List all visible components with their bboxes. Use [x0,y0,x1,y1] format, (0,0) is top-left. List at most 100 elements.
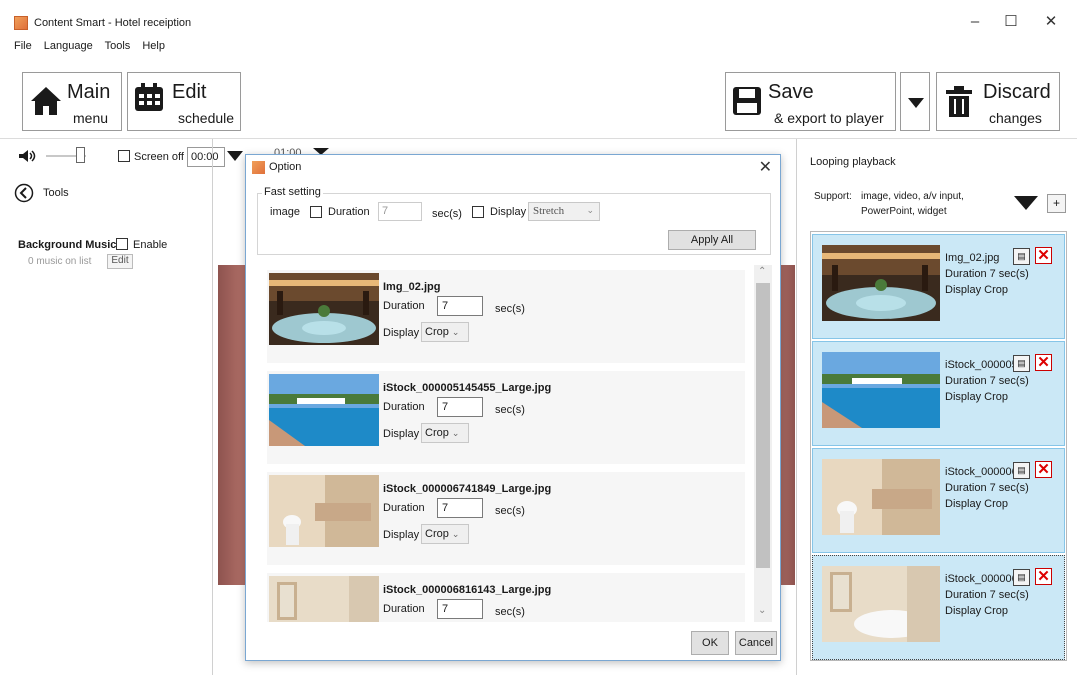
entry-duration-input[interactable]: 7 [437,599,483,619]
maximize-button[interactable]: ☐ [996,12,1026,32]
playlist-item-display: Display Crop [945,605,1008,617]
scrollbar-thumb[interactable] [756,283,770,568]
entry-secs-label: sec(s) [495,606,525,618]
image-option-entry: iStock_000005145455_Large.jpg Duration 7… [267,371,745,464]
chevron-down-icon: ⌄ [451,428,460,438]
enable-label: Enable [133,239,168,251]
support-label: Support: [814,191,852,202]
chevron-down-icon [908,98,924,108]
discard-label: Discard [983,81,1051,103]
item-delete-icon[interactable]: ✕ [1035,354,1052,371]
preview-image-left-edge [218,265,248,585]
entry-secs-label: sec(s) [495,404,525,416]
entry-secs-label: sec(s) [495,505,525,517]
fast-display-label: Display [490,206,527,218]
entry-duration-input[interactable]: 7 [437,397,483,417]
ok-button[interactable]: OK [691,631,729,655]
edit-label: Edit [172,81,207,103]
save-export-button[interactable]: Save & export to player [725,72,896,131]
entry-duration-input[interactable]: 7 [437,498,483,518]
fast-duration-checkbox[interactable] [310,206,322,218]
fast-display-select[interactable]: Stretch ⌄ [528,202,600,221]
fast-display-checkbox[interactable] [472,206,484,218]
changes-label: changes [989,110,1042,126]
entry-filename: Img_02.jpg [383,281,441,293]
fast-setting-label: Fast setting [262,186,323,198]
item-settings-icon[interactable]: ▤ [1013,248,1030,265]
close-button[interactable]: ✕ [1036,12,1066,32]
fast-duration-label: Duration [328,206,370,218]
export-label: & export to player [774,110,884,126]
save-options-dropdown[interactable] [900,72,930,131]
fast-setting-group: Fast setting image Duration 7 sec(s) Dis… [257,186,771,255]
scroll-up-icon[interactable]: ⌃ [758,266,766,277]
main-label: Main [67,81,111,103]
entry-display-label: Display [383,327,420,339]
playlist-item-duration: Duration 7 sec(s) [945,482,1029,494]
item-settings-icon[interactable]: ▤ [1013,462,1030,479]
playlist-item[interactable]: Img_02.jpg ▤ ✕ Duration 7 sec(s) Display… [812,234,1065,339]
chevron-down-icon: ⌄ [451,529,460,539]
item-settings-icon[interactable]: ▤ [1013,569,1030,586]
home-icon [31,87,61,115]
item-delete-icon[interactable]: ✕ [1035,247,1052,264]
entry-display-select[interactable]: Crop ⌄ [421,322,469,342]
left-pane [0,139,213,675]
playlist-item-display: Display Crop [945,284,1008,296]
cancel-button[interactable]: Cancel [735,631,777,655]
item-delete-icon[interactable]: ✕ [1035,568,1052,585]
entry-display-value: Crop [425,427,449,439]
add-content-button[interactable]: + [1047,194,1066,213]
dialog-title-bar: Option ✕ [246,155,780,181]
calendar-icon [135,83,163,111]
image-label: image [270,206,300,218]
save-label: Save [768,81,814,103]
add-type-dropdown-icon[interactable] [1013,195,1039,211]
playlist-item-name: Img_02.jpg [945,252,1000,264]
support-types-line1: image, video, a/v input, [861,191,964,202]
entry-duration-input[interactable]: 7 [437,296,483,316]
enable-music-checkbox[interactable] [116,238,128,250]
entry-display-select[interactable]: Crop ⌄ [421,423,469,443]
entry-display-select[interactable]: Crop ⌄ [421,524,469,544]
image-option-entry: iStock_000006741849_Large.jpg Duration 7… [267,472,745,565]
looping-playback-label: Looping playback [810,156,896,168]
playlist-item[interactable]: iStock_000005145455 ▤ ✕ Duration 7 sec(s… [812,341,1065,446]
fast-duration-input[interactable]: 7 [378,202,422,221]
dialog-close-icon[interactable]: ✕ [759,157,772,177]
playlist-item-duration: Duration 7 sec(s) [945,268,1029,280]
start-time-dropdown-icon[interactable] [226,150,244,162]
music-edit-button[interactable]: Edit [107,254,133,269]
playlist-item-display: Display Crop [945,498,1008,510]
apply-all-button[interactable]: Apply All [668,230,756,250]
dialog-app-icon [252,161,265,174]
discard-changes-button[interactable]: Discard changes [936,72,1060,131]
menu-tools[interactable]: Tools [105,40,131,52]
save-disk-icon [733,87,761,115]
music-count-text: 0 music on list [28,256,92,267]
entry-duration-label: Duration [383,603,425,615]
menu-language[interactable]: Language [44,40,93,52]
dialog-title: Option [269,161,302,173]
entry-secs-label: sec(s) [495,303,525,315]
image-option-list: Img_02.jpg Duration 7 sec(s) Display Cro… [265,265,774,622]
menu-label: menu [73,110,109,126]
minimize-button[interactable]: – [960,12,990,32]
playlist-item-selected[interactable]: iStock_000006816143 ▤ ✕ Duration 7 sec(s… [812,555,1065,660]
main-menu-button[interactable]: Main menu [22,72,122,131]
background-music-label: Background Music [18,239,117,251]
edit-schedule-button[interactable]: Edit schedule [127,72,241,131]
item-settings-icon[interactable]: ▤ [1013,355,1030,372]
menu-file[interactable]: File [14,40,32,52]
scroll-down-icon[interactable]: ⌄ [758,605,766,616]
entry-display-label: Display [383,529,420,541]
playlist-item-name: iStock_000006741849 [945,466,1015,478]
menu-help[interactable]: Help [142,40,165,52]
playlist-item-duration: Duration 7 sec(s) [945,589,1029,601]
tools-collapse-icon[interactable] [14,183,34,203]
item-delete-icon[interactable]: ✕ [1035,461,1052,478]
playlist-item[interactable]: iStock_000006741849 ▤ ✕ Duration 7 sec(s… [812,448,1065,553]
thumbnail-bathroom [822,459,940,535]
entry-thumbnail-pool [269,374,379,446]
list-scrollbar[interactable]: ⌃ ⌄ [754,265,772,622]
